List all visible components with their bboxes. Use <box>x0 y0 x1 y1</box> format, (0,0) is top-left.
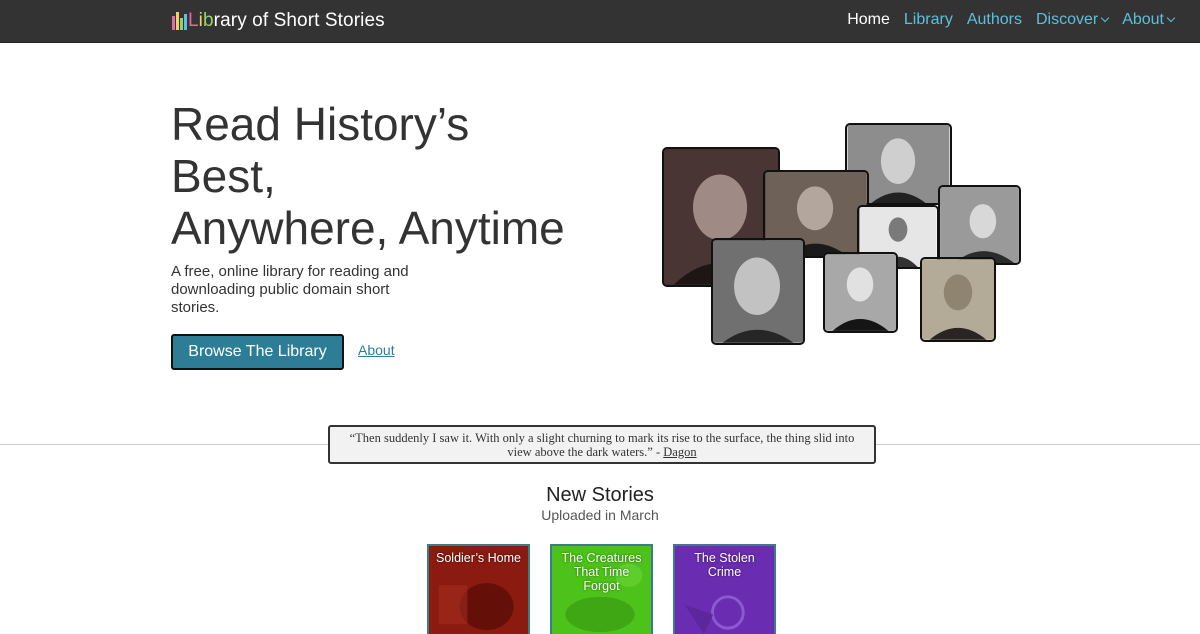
nav-authors[interactable]: Authors <box>967 11 1022 29</box>
brand-home-link[interactable]: Library of Short Stories <box>172 9 385 33</box>
book-card[interactable]: The Creatures That Time Forgot <box>550 544 653 634</box>
nav-links: Home Library Authors Discover About <box>847 11 1176 29</box>
featured-quote: “Then suddenly I saw it. With only a sli… <box>328 425 876 464</box>
quote-source-link[interactable]: Dagon <box>663 445 696 459</box>
browse-library-button[interactable]: Browse The Library <box>171 334 344 370</box>
nav-about[interactable]: About <box>1122 11 1176 29</box>
new-stories-subtitle: Uploaded in March <box>541 507 659 523</box>
hero-title: Read History’s Best, Anywhere, Anytime <box>171 98 565 254</box>
navbar: Library of Short Stories Home Library Au… <box>0 0 1200 43</box>
nav-discover[interactable]: Discover <box>1036 11 1110 29</box>
author-portrait <box>920 257 996 342</box>
chevron-down-icon <box>1166 13 1176 23</box>
new-stories-title: New Stories <box>546 484 654 506</box>
book-card[interactable]: Soldier’s Home <box>427 544 530 634</box>
hero-subtitle: A free, online library for reading and d… <box>171 263 409 316</box>
brand-name: Library of Short Stories <box>188 10 385 31</box>
nav-library[interactable]: Library <box>904 11 953 29</box>
book-title: The Creatures That Time Forgot <box>561 551 642 593</box>
nav-home[interactable]: Home <box>847 11 890 29</box>
chevron-down-icon <box>1100 13 1110 23</box>
books-logo-icon <box>172 12 187 30</box>
book-title: Soldier’s Home <box>436 551 521 565</box>
author-portrait <box>823 252 898 333</box>
author-portrait <box>938 185 1021 265</box>
book-title: The Stolen Crime <box>694 551 755 579</box>
about-link[interactable]: About <box>358 342 395 358</box>
book-card[interactable]: The Stolen Crime <box>673 544 776 634</box>
author-portrait <box>711 238 805 345</box>
